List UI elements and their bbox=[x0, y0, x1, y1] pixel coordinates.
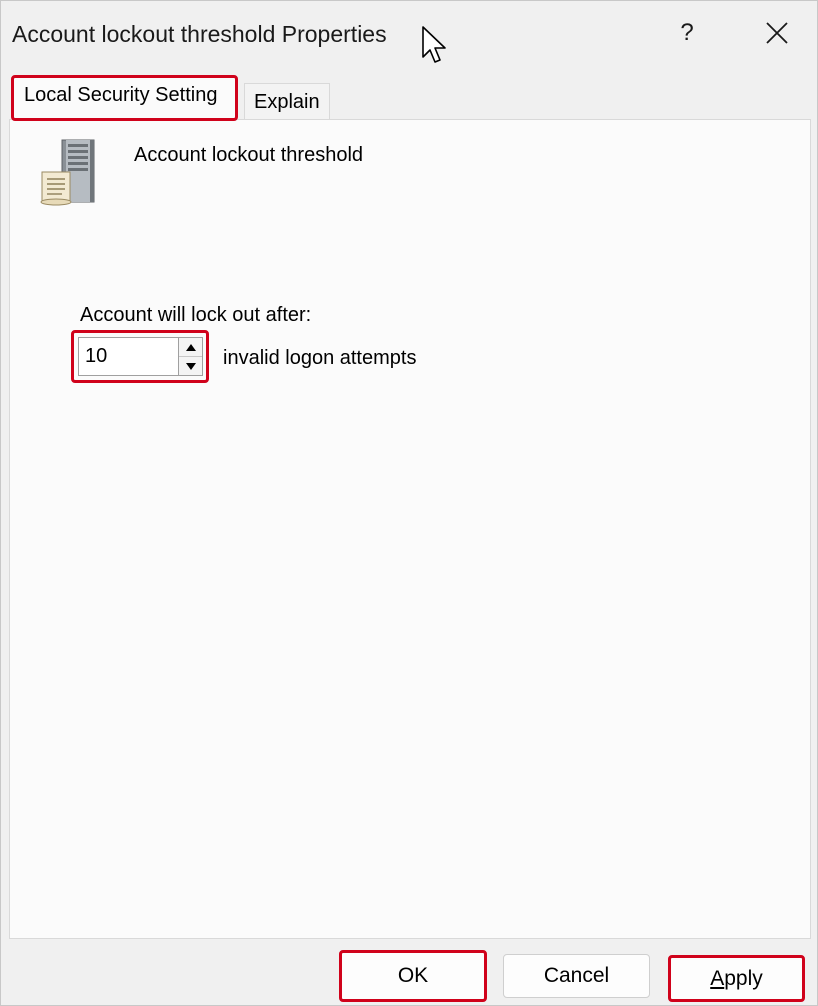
tab-panel: Account lockout threshold Account will l… bbox=[9, 119, 811, 939]
tab-explain[interactable]: Explain bbox=[244, 83, 330, 119]
mouse-cursor-icon bbox=[422, 26, 446, 63]
spin-buttons bbox=[178, 337, 203, 376]
server-policy-icon bbox=[40, 139, 95, 206]
title-bar[interactable]: Account lockout threshold Properties ? bbox=[1, 1, 817, 67]
help-label: ? bbox=[680, 19, 694, 46]
close-icon bbox=[766, 22, 788, 44]
apply-label-rest: pply bbox=[724, 966, 763, 990]
apply-button[interactable]: Apply bbox=[668, 955, 805, 1002]
dialog-title: Account lockout threshold Properties bbox=[12, 21, 387, 47]
tab-local-security-setting[interactable]: Local Security Setting bbox=[11, 75, 238, 121]
triangle-up-icon bbox=[185, 343, 196, 351]
apply-mnemonic: A bbox=[710, 966, 725, 990]
threshold-input[interactable] bbox=[78, 337, 178, 376]
spin-down-button[interactable] bbox=[179, 357, 202, 375]
triangle-down-icon bbox=[185, 362, 196, 370]
lockout-label: Account will lock out after: bbox=[80, 304, 312, 326]
spin-up-button[interactable] bbox=[179, 338, 202, 357]
ok-button[interactable]: OK bbox=[339, 950, 487, 1002]
threshold-stepper bbox=[71, 330, 209, 383]
policy-name: Account lockout threshold bbox=[134, 144, 364, 166]
close-button[interactable] bbox=[755, 13, 799, 53]
cancel-button[interactable]: Cancel bbox=[503, 954, 650, 998]
help-button[interactable]: ? bbox=[665, 13, 709, 53]
attempts-label: invalid logon attempts bbox=[223, 347, 417, 369]
properties-dialog: Account lockout threshold Properties ? L… bbox=[0, 0, 818, 1006]
